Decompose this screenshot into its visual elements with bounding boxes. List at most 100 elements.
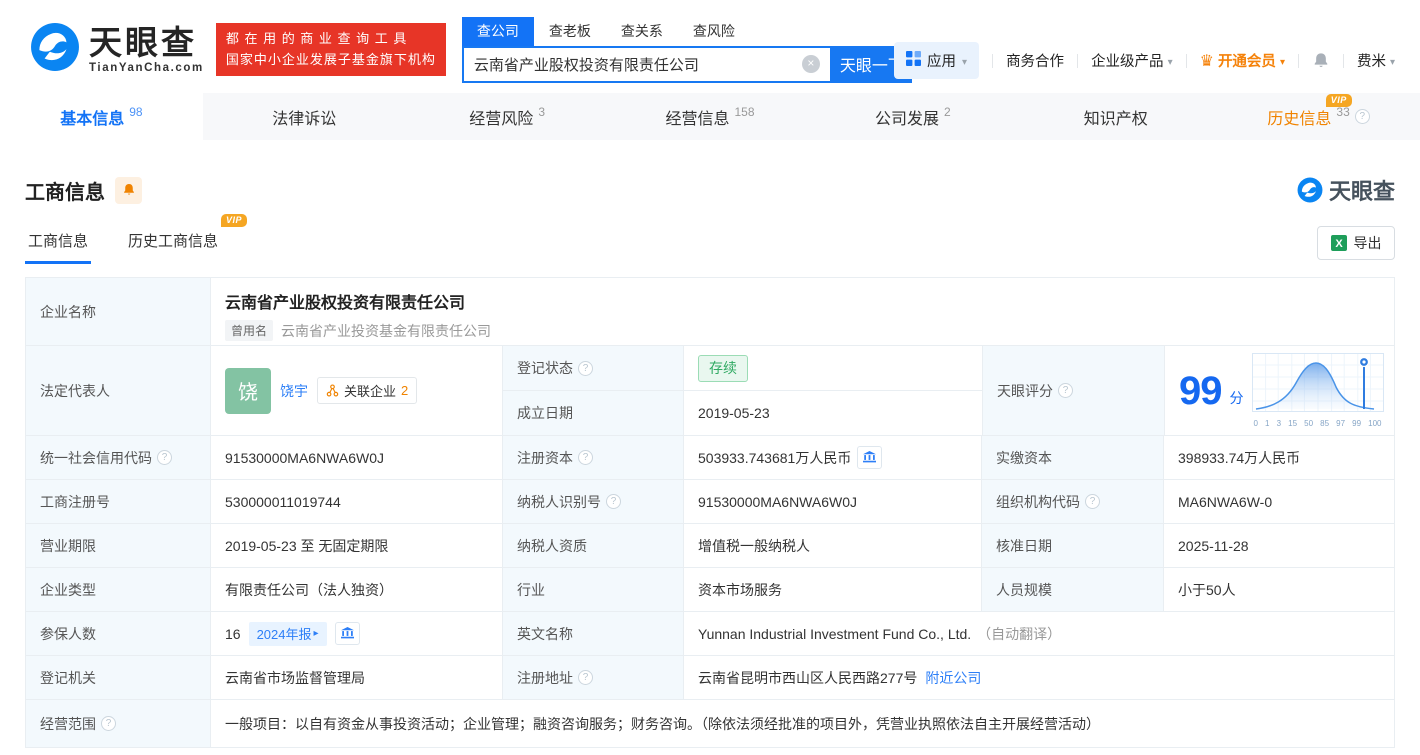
table-row: 登记机关 云南省市场监督管理局 注册地址 云南省昆明市西山区人民西路277号 附… [26, 656, 1394, 700]
avatar[interactable]: 饶 [225, 368, 271, 414]
chevron-down-icon [1168, 53, 1173, 69]
help-icon[interactable] [606, 494, 621, 509]
tab-legal-proceedings[interactable]: 法律诉讼 [203, 93, 406, 140]
bank-icon [863, 451, 876, 464]
tab-intellectual-property[interactable]: 知识产权 [1014, 93, 1217, 140]
status-badge: 存续 [698, 355, 748, 382]
search-tab-company[interactable]: 查公司 [462, 17, 534, 46]
brand-domain: TianYanCha.com [89, 62, 204, 74]
english-name: Yunnan Industrial Investment Fund Co., L… [698, 626, 971, 642]
bell-icon [1312, 52, 1330, 70]
search-input[interactable] [464, 56, 802, 73]
help-icon[interactable] [101, 716, 116, 731]
nav-cooperation[interactable]: 商务合作 [1006, 50, 1064, 71]
field-label: 成立日期 [503, 391, 684, 435]
help-icon[interactable] [578, 450, 593, 465]
divider [1077, 54, 1078, 68]
field-label: 实缴资本 [982, 436, 1164, 479]
field-value: 小于50人 [1164, 568, 1394, 611]
field-value: 91530000MA6NWA6W0J [211, 436, 503, 479]
tab-operation-info[interactable]: 经营信息158 [609, 93, 812, 140]
field-value: 云南省市场监督管理局 [211, 656, 503, 699]
field-label: 营业期限 [26, 524, 211, 567]
subscribe-bell-button[interactable] [115, 177, 142, 204]
brand-slogan-badge: 都 在 用 的 商 业 查 询 工 具 国家中小企业发展子基金旗下机构 [216, 23, 446, 77]
insured-count: 16 [225, 626, 241, 642]
brand-name: 天眼查 [89, 26, 204, 59]
user-menu[interactable]: 费米 [1357, 50, 1395, 71]
field-value: 资本市场服务 [684, 568, 982, 611]
apps-label: 应用 [927, 50, 956, 71]
field-value: 2019-05-23 [684, 391, 982, 435]
network-icon [326, 384, 339, 397]
related-companies-badge[interactable]: 关联企业 2 [317, 377, 417, 404]
annual-report-link[interactable]: 2024年报 [249, 622, 327, 646]
business-info-table: 企业名称 云南省产业股权投资有限责任公司 曾用名 云南省产业投资基金有限责任公司… [25, 277, 1395, 748]
field-label: 注册资本 [503, 436, 684, 479]
search-tabs: 查公司 查老板 查关系 查风险 [462, 17, 912, 46]
score-distribution-chart: 0131550859799100 [1252, 353, 1384, 428]
field-label: 行业 [503, 568, 684, 611]
field-label: 参保人数 [26, 612, 211, 655]
divider [1298, 54, 1299, 68]
help-icon[interactable] [1058, 383, 1073, 398]
chevron-down-icon [1280, 53, 1285, 69]
clear-icon[interactable] [802, 55, 820, 73]
help-icon[interactable] [157, 450, 172, 465]
main-content: 工商信息 天眼查 工商信息 历史工商信息 VIP X 导出 企业名称 [0, 174, 1420, 748]
svg-text:X: X [1335, 238, 1343, 250]
search-tab-relation[interactable]: 查关系 [606, 17, 678, 46]
apps-menu[interactable]: 应用 [894, 42, 979, 79]
crown-icon: ♛ [1200, 51, 1214, 71]
tianyancha-logo[interactable]: 天眼查 TianYanCha.com [30, 22, 204, 77]
tab-operation-risk[interactable]: 经营风险3 [406, 93, 609, 140]
export-button[interactable]: X 导出 [1317, 226, 1395, 260]
table-row: 企业名称 云南省产业股权投资有限责任公司 曾用名 云南省产业投资基金有限责任公司 [26, 278, 1394, 346]
search-tab-risk[interactable]: 查风险 [678, 17, 750, 46]
subtab-business-info[interactable]: 工商信息 [25, 224, 91, 264]
capital-chart-button[interactable] [857, 446, 882, 469]
field-value: 有限责任公司（法人独资） [211, 568, 503, 611]
table-row: 经营范围 一般项目：以自有资金从事投资活动；企业管理；融资咨询服务；财务咨询。（… [26, 700, 1394, 747]
field-label: 核准日期 [982, 524, 1164, 567]
legal-rep-link[interactable]: 饶宇 [280, 381, 308, 401]
tab-company-development[interactable]: 公司发展2 [811, 93, 1014, 140]
tab-basic-info[interactable]: 基本信息98 [0, 93, 203, 140]
help-icon[interactable] [578, 361, 593, 376]
status-date-subtable: 登记状态 存续 成立日期 2019-05-23 [503, 346, 983, 435]
chevron-down-icon [1390, 53, 1395, 69]
field-label: 统一社会信用代码 [26, 436, 211, 479]
field-value: Yunnan Industrial Investment Fund Co., L… [684, 612, 1394, 655]
help-icon[interactable] [1355, 109, 1370, 124]
search-tab-boss[interactable]: 查老板 [534, 17, 606, 46]
excel-icon: X [1331, 235, 1347, 251]
field-label: 企业类型 [26, 568, 211, 611]
table-row: 参保人数 16 2024年报 英文名称 Yunnan Industrial In… [26, 612, 1394, 656]
score-cell: 99 分 [1165, 346, 1394, 435]
divider [1186, 54, 1187, 68]
tab-history-info[interactable]: VIP 历史信息 33 [1217, 93, 1420, 140]
notification-bell[interactable] [1312, 52, 1330, 70]
header-nav: 应用 商务合作 企业级产品 ♛ 开通会员 费米 [894, 42, 1395, 79]
field-value: 2019-05-23 至 无固定期限 [211, 524, 503, 567]
registered-address: 云南省昆明市西山区人民西路277号 [698, 668, 917, 688]
nav-enterprise-products[interactable]: 企业级产品 [1091, 50, 1173, 71]
field-label: 经营范围 [26, 700, 211, 747]
field-value: 云南省昆明市西山区人民西路277号 附近公司 [684, 656, 1394, 699]
help-icon[interactable] [578, 670, 593, 685]
subtab-history-business-info[interactable]: 历史工商信息 VIP [125, 224, 221, 264]
field-value: MA6NWA6W-0 [1164, 480, 1394, 523]
table-row: 法定代表人 饶 饶宇 关联企业 2 登记状态 存续 成立日期 2019-05-2… [26, 346, 1394, 436]
field-label: 注册地址 [503, 656, 684, 699]
nearby-companies-link[interactable]: 附近公司 [925, 668, 981, 688]
bank-icon [341, 627, 354, 640]
apps-grid-icon [906, 51, 921, 70]
field-value: 2025-11-28 [1164, 524, 1394, 567]
nav-open-vip[interactable]: ♛ 开通会员 [1200, 50, 1285, 71]
tianyancha-logo-icon [1297, 177, 1323, 203]
help-icon[interactable] [1085, 494, 1100, 509]
insured-chart-button[interactable] [335, 622, 360, 645]
section-subtabs: 工商信息 历史工商信息 VIP X 导出 [25, 224, 1395, 265]
field-value: 503933.743681万人民币 [684, 436, 982, 479]
field-label: 人员规模 [982, 568, 1164, 611]
